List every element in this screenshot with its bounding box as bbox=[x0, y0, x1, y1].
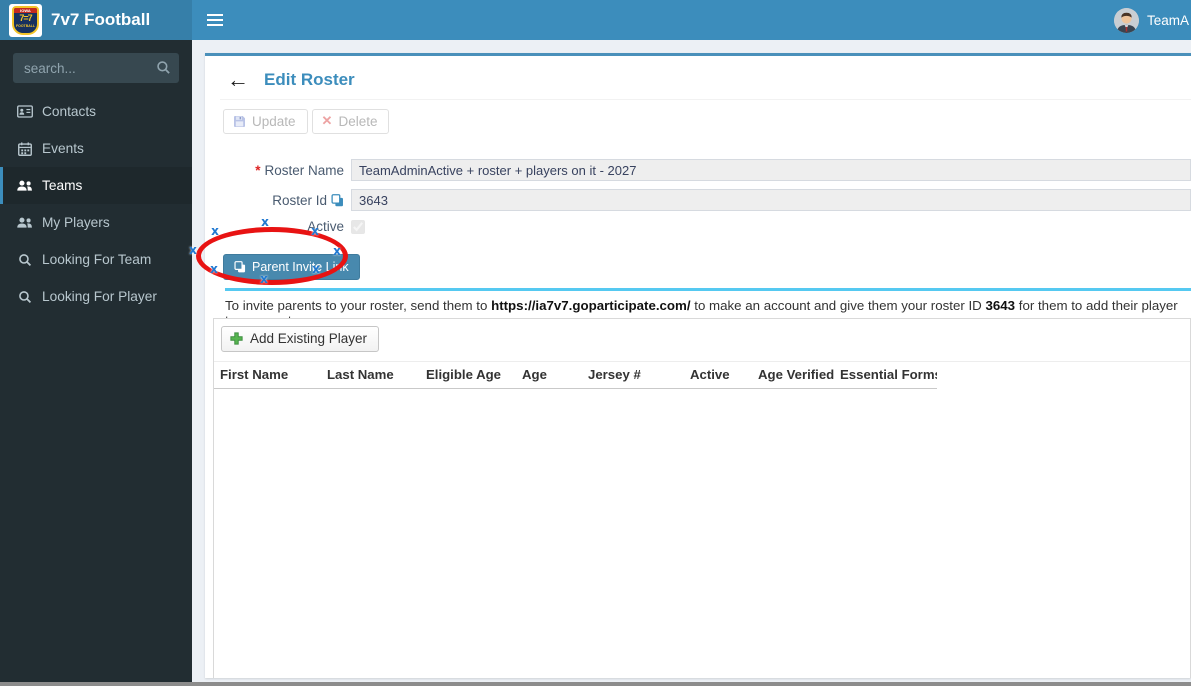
copy-icon bbox=[234, 261, 246, 273]
search-icon bbox=[16, 253, 33, 267]
sidebar-item-label: Events bbox=[42, 141, 84, 156]
main-content: ← Edit Roster Update ✕ Delete * Roster N… bbox=[189, 40, 1191, 682]
delete-label: Delete bbox=[338, 113, 378, 129]
delete-x-icon: ✕ bbox=[321, 113, 333, 128]
invite-url: https://ia7v7.goparticipate.com/ bbox=[491, 298, 691, 313]
column-header-age[interactable]: Age bbox=[516, 363, 582, 388]
sidebar-item-teams[interactable]: Teams bbox=[0, 167, 192, 204]
update-button[interactable]: Update bbox=[223, 109, 308, 134]
column-header-eligible-age[interactable]: Eligible Age bbox=[420, 363, 516, 388]
sidebar-item-label: Contacts bbox=[42, 104, 97, 119]
add-existing-player-button[interactable]: Add Existing Player bbox=[221, 326, 380, 352]
sidebar: Contacts Events Teams My Players Looking… bbox=[0, 40, 192, 682]
navbar: TeamA bbox=[192, 0, 1191, 40]
required-asterisk: * bbox=[255, 162, 261, 178]
roster-name-label: Roster Name bbox=[264, 162, 344, 178]
contacts-card-icon bbox=[16, 105, 33, 118]
active-label: Active bbox=[307, 219, 344, 234]
invite-text-before: To invite parents to your roster, send t… bbox=[225, 298, 492, 313]
roster-name-input[interactable] bbox=[351, 159, 1191, 181]
column-header-first-name[interactable]: First Name bbox=[214, 363, 321, 388]
window-bottom-edge bbox=[0, 682, 1191, 686]
active-row: Active bbox=[220, 219, 1191, 234]
active-checkbox[interactable] bbox=[351, 219, 365, 234]
column-header-age-verified[interactable]: Age Verified bbox=[752, 363, 834, 388]
sidebar-search bbox=[13, 53, 179, 83]
search-input[interactable] bbox=[13, 53, 179, 83]
sidebar-item-label: Looking For Player bbox=[42, 289, 157, 304]
page-header: ← Edit Roster bbox=[220, 66, 1191, 100]
user-menu[interactable]: TeamA bbox=[1113, 0, 1191, 40]
add-existing-player-label: Add Existing Player bbox=[250, 331, 368, 346]
roster-id-label-wrap: Roster Id bbox=[220, 193, 351, 208]
sidebar-item-label: My Players bbox=[42, 215, 110, 230]
search-icon bbox=[16, 290, 33, 304]
column-header-active[interactable]: Active bbox=[684, 363, 752, 388]
selection-handle-icon: x bbox=[210, 262, 218, 276]
parent-invite-link-button[interactable]: Parent Invite Link bbox=[223, 254, 360, 280]
app-title: 7v7 Football bbox=[51, 10, 151, 29]
action-toolbar: Update ✕ Delete bbox=[223, 109, 1191, 134]
search-icon[interactable] bbox=[156, 60, 171, 75]
user-name: TeamA bbox=[1146, 12, 1189, 28]
back-arrow-icon[interactable]: ← bbox=[227, 69, 249, 91]
roster-id-row: Roster Id bbox=[220, 189, 1191, 211]
sidebar-item-looking-for-team[interactable]: Looking For Team bbox=[0, 241, 192, 278]
selection-handle-icon: x bbox=[211, 224, 219, 238]
crest-center-text: 7=7 bbox=[19, 12, 32, 23]
users-icon bbox=[16, 179, 33, 192]
brand-header[interactable]: IOWA 7=7 FOOTBALL 7v7 Football bbox=[0, 0, 192, 40]
sidebar-item-my-players[interactable]: My Players bbox=[0, 204, 192, 241]
parent-invite-link-label: Parent Invite Link bbox=[252, 260, 349, 274]
crest-logo-icon: IOWA 7=7 FOOTBALL bbox=[12, 5, 39, 35]
grid-header-row: First Name Last Name Eligible Age Age Je… bbox=[214, 363, 937, 389]
roster-form: * Roster Name Roster Id Active bbox=[220, 159, 1191, 234]
delete-button[interactable]: ✕ Delete bbox=[311, 109, 390, 134]
page-title: Edit Roster bbox=[264, 70, 355, 89]
sidebar-item-events[interactable]: Events bbox=[0, 130, 192, 167]
sidebar-item-label: Looking For Team bbox=[42, 252, 152, 267]
edit-roster-panel: ← Edit Roster Update ✕ Delete * Roster N… bbox=[189, 53, 1191, 678]
sidebar-toggle-hamburger-icon[interactable] bbox=[192, 0, 237, 40]
grid-toolbar: Add Existing Player bbox=[214, 319, 1190, 362]
users-icon bbox=[16, 216, 33, 229]
crest-bottom-text: FOOTBALL bbox=[15, 23, 36, 28]
calendar-icon bbox=[16, 141, 33, 156]
invite-roster-id: 3643 bbox=[985, 298, 1016, 313]
invite-text-middle: to make an account and give them your ro… bbox=[690, 298, 986, 313]
update-label: Update bbox=[252, 113, 296, 129]
sidebar-item-label: Teams bbox=[42, 178, 83, 193]
column-header-essential-forms[interactable]: Essential Forms & ... bbox=[834, 363, 937, 388]
roster-id-input[interactable] bbox=[351, 189, 1191, 211]
top-navbar: IOWA 7=7 FOOTBALL 7v7 Football TeamA bbox=[0, 0, 1191, 40]
active-label-wrap: Active bbox=[220, 219, 351, 234]
user-avatar bbox=[1113, 7, 1139, 33]
app-logo: IOWA 7=7 FOOTBALL bbox=[9, 3, 42, 37]
cyan-divider bbox=[225, 288, 1191, 291]
plus-icon bbox=[230, 332, 243, 345]
players-grid: Add Existing Player First Name Last Name… bbox=[213, 318, 1191, 678]
column-header-last-name[interactable]: Last Name bbox=[321, 363, 420, 388]
sidebar-item-contacts[interactable]: Contacts bbox=[0, 93, 192, 130]
roster-name-label-wrap: * Roster Name bbox=[220, 163, 351, 178]
copy-icon[interactable] bbox=[331, 193, 344, 207]
sidebar-menu: Contacts Events Teams My Players Looking… bbox=[0, 93, 192, 315]
save-disk-icon bbox=[233, 115, 246, 128]
roster-id-label: Roster Id bbox=[272, 192, 327, 208]
sidebar-item-looking-for-player[interactable]: Looking For Player bbox=[0, 278, 192, 315]
roster-name-row: * Roster Name bbox=[220, 159, 1191, 181]
column-header-jersey[interactable]: Jersey # bbox=[582, 363, 684, 388]
